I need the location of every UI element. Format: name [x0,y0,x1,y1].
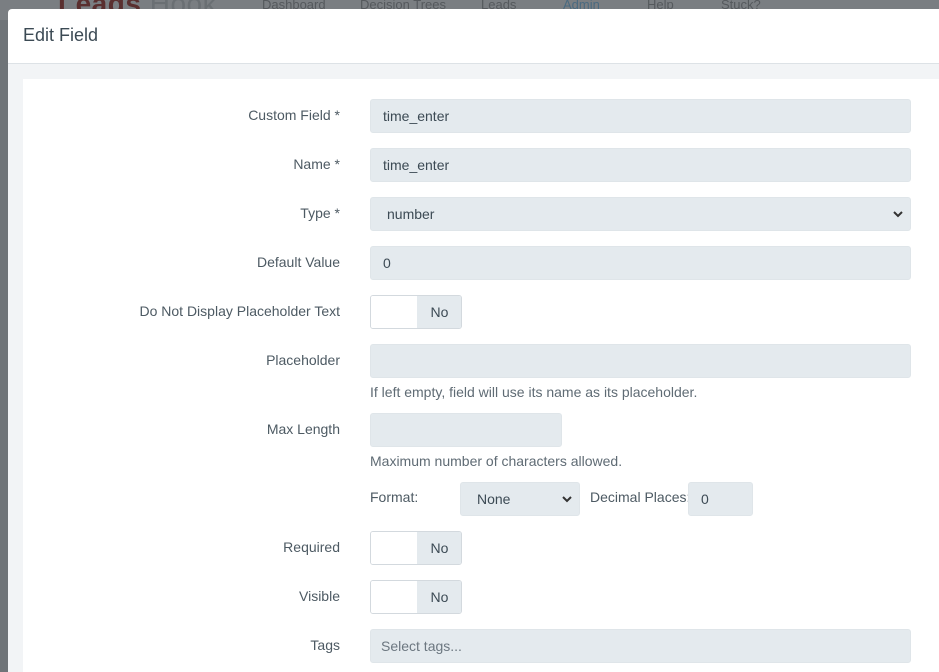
no-placeholder-label: Do Not Display Placeholder Text [139,303,340,319]
toggle-state: No [417,532,461,564]
toggle-knob [371,296,417,328]
format-select-value: None [477,491,511,507]
toggle-state: No [417,581,461,613]
visible-label: Visible [299,588,340,604]
modal-header: Edit Field [8,9,939,64]
decimal-places-input[interactable]: 0 [688,482,753,516]
type-select[interactable]: number [370,197,911,231]
type-select-value: number [387,206,435,222]
decimal-places-label: Decimal Places: [590,489,691,505]
tags-input[interactable]: Select tags... [370,629,911,663]
placeholder-label: Placeholder [266,352,340,368]
chevron-down-icon [562,496,572,503]
default-value-label: Default Value [256,254,340,270]
toggle-state: No [417,296,461,328]
max-length-input[interactable] [370,413,562,447]
no-placeholder-toggle[interactable]: No [370,295,462,329]
chevron-down-icon [893,211,903,218]
name-input[interactable]: time_enter [370,148,911,182]
modal-title: Edit Field [23,25,99,45]
name-label: Name * [293,156,340,172]
required-toggle[interactable]: No [370,531,462,565]
toggle-knob [371,532,417,564]
custom-field-label: Custom Field * [248,107,340,123]
required-label: Required [283,539,340,555]
default-value-input[interactable]: 0 [370,246,911,280]
custom-field-input[interactable]: time_enter [370,99,911,133]
toggle-knob [371,581,417,613]
max-length-label: Max Length [266,421,340,437]
type-label: Type * [300,205,340,221]
max-length-help: Maximum number of characters allowed. [370,453,623,469]
placeholder-help: If left empty, field will use its name a… [370,384,698,400]
format-select[interactable]: None [460,482,580,516]
tags-label: Tags [310,637,340,653]
visible-toggle[interactable]: No [370,580,462,614]
format-label: Format: [370,489,419,505]
placeholder-input[interactable] [370,344,911,378]
